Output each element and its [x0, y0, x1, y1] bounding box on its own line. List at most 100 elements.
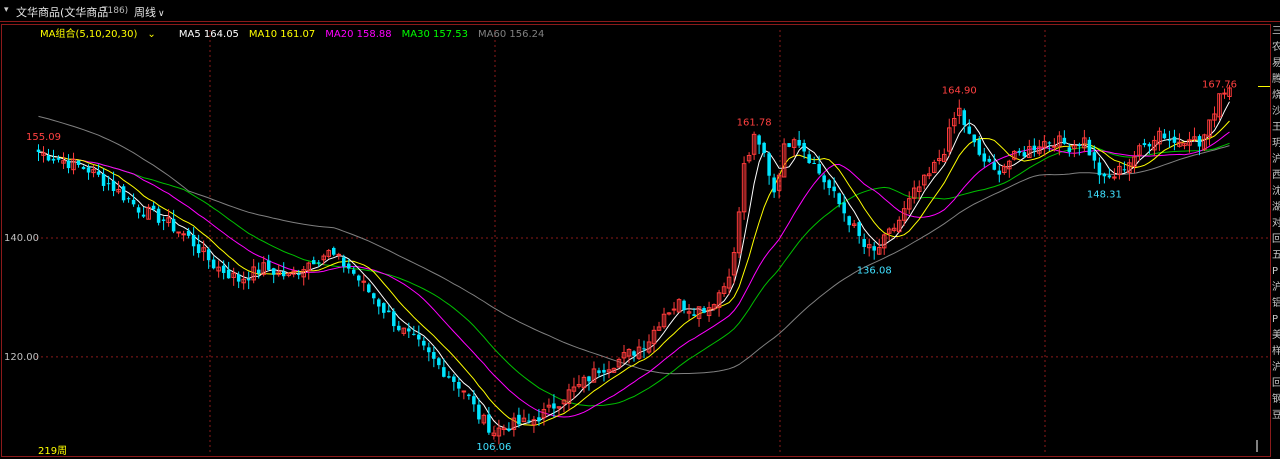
candle-body: [1087, 139, 1092, 156]
candle-body: [347, 263, 351, 269]
sidebar-char[interactable]: 沪: [1272, 280, 1280, 296]
candle-body: [702, 307, 706, 313]
candle-body: [1052, 145, 1057, 148]
sidebar-char[interactable]: 豆: [1272, 408, 1280, 424]
sidebar-char[interactable]: 湖: [1272, 200, 1280, 216]
candle-body: [972, 134, 977, 143]
candle-body: [171, 218, 176, 232]
candlestick-chart[interactable]: 120.00 140.00 155.09 106.06 161.78 136.08 164.…: [0, 0, 1270, 459]
candle-body: [191, 234, 196, 247]
sidebar-char[interactable]: 沪: [1272, 152, 1280, 168]
sidebar-char[interactable]: P: [1272, 312, 1280, 328]
candle-body: [311, 260, 316, 265]
candle-body: [762, 142, 766, 154]
high-price-label: 161.78: [737, 118, 772, 129]
candle-body: [1067, 147, 1072, 153]
candle-body: [206, 249, 211, 261]
candle-body: [757, 135, 761, 145]
ma-combo-selector[interactable]: MA组合(5,10,20,30) ⌄: [40, 29, 166, 40]
candle-body: [487, 414, 491, 433]
sidebar-char[interactable]: 腾: [1272, 72, 1280, 88]
candle-body: [397, 325, 401, 331]
candle-body: [101, 173, 106, 186]
candle-body: [367, 284, 371, 293]
candle-body: [817, 164, 821, 174]
candle-body: [1107, 175, 1112, 178]
sidebar-char[interactable]: 回: [1272, 232, 1280, 248]
candle-body: [296, 274, 301, 276]
candle-body: [457, 382, 461, 389]
sidebar-char[interactable]: 美: [1272, 328, 1280, 344]
sidebar-char[interactable]: 易: [1272, 56, 1280, 72]
candle-body: [111, 180, 116, 192]
candle-body: [671, 308, 677, 311]
ma-combo-label: MA组合(5,10,20,30): [40, 29, 138, 40]
sidebar-char[interactable]: 样: [1272, 344, 1280, 360]
candle-body: [226, 269, 231, 279]
ma60-line: [38, 115, 1230, 375]
sidebar-char[interactable]: 对: [1272, 216, 1280, 232]
sidebar-char[interactable]: 玥: [1272, 136, 1280, 152]
candle-body: [982, 153, 987, 162]
y-tick-label: 140.00: [4, 233, 39, 244]
candle-body: [1092, 152, 1097, 161]
right-sidebar-strip: 三农易腾烧沙王玥沪西沈湖对回五P沪铝P美样沪回钢豆: [1272, 24, 1280, 457]
candle-body: [467, 394, 471, 397]
candle-body: [452, 376, 456, 382]
candle-body: [437, 358, 441, 366]
high-price-label: 164.90: [942, 85, 977, 96]
candle-body: [527, 420, 531, 422]
candle-body: [692, 314, 696, 316]
candle-body: [537, 417, 541, 422]
candle-body: [802, 142, 806, 152]
sidebar-char[interactable]: 西: [1272, 168, 1280, 184]
candle-body: [962, 110, 967, 126]
sidebar-char[interactable]: 沈: [1272, 184, 1280, 200]
sidebar-char[interactable]: 回: [1272, 376, 1280, 392]
sidebar-char[interactable]: 三: [1272, 24, 1280, 40]
sidebar-char[interactable]: 铝: [1272, 296, 1280, 312]
candle-body: [822, 175, 826, 183]
candle-body: [211, 259, 216, 269]
sidebar-char[interactable]: P: [1272, 264, 1280, 280]
sidebar-char[interactable]: 钢: [1272, 392, 1280, 408]
ma10-line: [38, 120, 1230, 426]
sidebar-char[interactable]: 农: [1272, 40, 1280, 56]
candle-body: [256, 269, 261, 274]
sidebar-char[interactable]: 王: [1272, 120, 1280, 136]
candle-body: [106, 183, 111, 185]
candle-body: [377, 299, 381, 307]
low-price-label: 106.06: [476, 442, 511, 453]
candle-body: [407, 328, 411, 332]
ma-legend: MA组合(5,10,20,30) ⌄ MA5 164.05 MA10 161.07 M…: [40, 25, 564, 40]
candle-body: [597, 370, 601, 374]
candle-body: [862, 239, 866, 247]
sidebar-char[interactable]: 沪: [1272, 360, 1280, 376]
candle-body: [827, 180, 831, 189]
candle-body: [442, 367, 446, 377]
candle-body: [642, 348, 646, 350]
candle-body: [46, 155, 51, 161]
candle-body: [1102, 173, 1107, 177]
candle-body: [51, 158, 56, 161]
candle-body: [997, 170, 1002, 175]
candle-body: [987, 158, 992, 162]
sidebar-char[interactable]: 沙: [1272, 104, 1280, 120]
candle-body: [587, 376, 591, 382]
candle-body: [992, 162, 997, 170]
candle-body: [412, 333, 416, 335]
candle-body: [477, 404, 481, 420]
candle-body: [136, 207, 141, 213]
candle-body: [266, 260, 271, 270]
ma-legend-item: MA10 161.07: [248, 29, 316, 40]
candle-body: [807, 154, 811, 163]
candle-body: [392, 311, 396, 327]
candle-body: [221, 265, 226, 273]
sidebar-char[interactable]: 烧: [1272, 88, 1280, 104]
candle-body: [832, 186, 836, 192]
candle-body: [837, 193, 841, 205]
candle-body: [271, 268, 276, 275]
chevron-down-icon: ⌄: [147, 29, 156, 40]
candle-body: [316, 262, 321, 264]
sidebar-char[interactable]: 五: [1272, 248, 1280, 264]
